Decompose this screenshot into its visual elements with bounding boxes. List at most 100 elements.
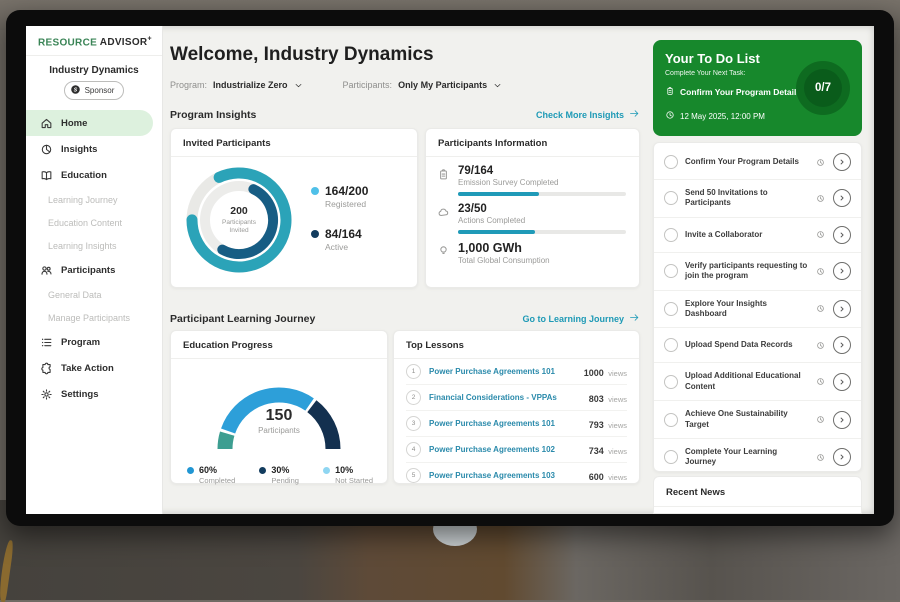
legend-dot bbox=[187, 467, 194, 474]
sidebar-item-education[interactable]: Education bbox=[26, 162, 162, 188]
education-card-title: Education Progress bbox=[171, 331, 387, 359]
task-open-button[interactable] bbox=[833, 336, 851, 354]
task-open-button[interactable] bbox=[833, 153, 851, 171]
task-checkbox[interactable] bbox=[664, 302, 678, 316]
logo-text-secondary: ADVISOR+ bbox=[100, 37, 152, 48]
sidebar-item-learning-journey[interactable]: Learning Journey bbox=[26, 188, 162, 211]
sidebar: RESOURCE ADVISOR+ Industry Dynamics Spon… bbox=[26, 26, 163, 514]
legend-dot bbox=[311, 230, 319, 238]
task-row: Send 50 Invitations to Participants bbox=[654, 180, 861, 218]
sidebar-item-education-content[interactable]: Education Content bbox=[26, 211, 162, 234]
task-open-button[interactable] bbox=[833, 411, 851, 429]
top-lessons-title: Top Lessons bbox=[394, 331, 639, 359]
task-open-button[interactable] bbox=[833, 262, 851, 280]
sidebar-item-insights[interactable]: Insights bbox=[26, 136, 162, 162]
task-checkbox[interactable] bbox=[664, 264, 678, 278]
lesson-link[interactable]: Power Purchase Agreements 101 bbox=[429, 419, 581, 428]
task-row: Upload Spend Data Records bbox=[654, 328, 861, 363]
recent-news-title: Recent News bbox=[654, 477, 861, 507]
task-open-button[interactable] bbox=[833, 373, 851, 391]
chevron-down-icon[interactable] bbox=[294, 81, 303, 90]
go-to-learning-journey-link[interactable]: Go to Learning Journey bbox=[522, 312, 640, 325]
task-open-button[interactable] bbox=[833, 189, 851, 207]
sidebar-item-take-action[interactable]: Take Action bbox=[26, 355, 162, 381]
legend-dot bbox=[259, 467, 266, 474]
arrow-right-icon bbox=[629, 108, 640, 121]
lesson-link[interactable]: Financial Considerations - VPPAs bbox=[429, 393, 581, 402]
lesson-row: 4 Power Purchase Agreements 102 734 view… bbox=[406, 437, 627, 463]
task-row: Upload Additional Educational Content bbox=[654, 363, 861, 401]
program-insights-title: Program Insights bbox=[170, 109, 256, 121]
lesson-rank-badge: 1 bbox=[406, 364, 421, 379]
gauge-center-value: 150 bbox=[194, 407, 364, 425]
task-checkbox[interactable] bbox=[664, 228, 678, 242]
invited-card-title: Invited Participants bbox=[171, 129, 417, 157]
lesson-link[interactable]: Power Purchase Agreements 101 bbox=[429, 367, 576, 376]
lesson-rank-badge: 2 bbox=[406, 390, 421, 405]
task-checkbox[interactable] bbox=[664, 375, 678, 389]
participants-filter-value[interactable]: Only My Participants bbox=[398, 80, 487, 90]
task-label: Confirm Your Program Details bbox=[685, 157, 809, 167]
task-checkbox[interactable] bbox=[664, 191, 678, 205]
task-row: Explore Your Insights Dashboard bbox=[654, 291, 861, 329]
emission-progress-bar bbox=[458, 192, 626, 196]
sidebar-item-settings[interactable]: Settings bbox=[26, 381, 162, 407]
settings-icon bbox=[40, 388, 53, 401]
task-checkbox[interactable] bbox=[664, 450, 678, 464]
task-clock-icon bbox=[816, 267, 825, 276]
check-more-insights-link[interactable]: Check More Insights bbox=[536, 108, 640, 121]
task-checkbox[interactable] bbox=[664, 155, 678, 169]
sidebar-item-learning-insights[interactable]: Learning Insights bbox=[26, 234, 162, 257]
participants-filter[interactable]: Participants: Only My Participants bbox=[343, 80, 503, 90]
monitor-bezel: RESOURCE ADVISOR+ Industry Dynamics Spon… bbox=[6, 10, 894, 526]
task-label: Complete Your Learning Journey bbox=[685, 447, 809, 468]
task-row: Invite a Collaborator bbox=[654, 218, 861, 253]
lesson-views: 734 views bbox=[589, 441, 627, 459]
lesson-row: 3 Power Purchase Agreements 101 793 view… bbox=[406, 411, 627, 437]
sidebar-item-program[interactable]: Program bbox=[26, 329, 162, 355]
invited-participants-card: Invited Participants 200 Participants In… bbox=[170, 128, 418, 288]
lesson-rank-badge: 4 bbox=[406, 442, 421, 457]
sidebar-item-participants[interactable]: Participants bbox=[26, 257, 162, 283]
task-clock-icon bbox=[816, 415, 825, 424]
task-label: Send 50 Invitations to Participants bbox=[685, 188, 809, 209]
education-icon bbox=[40, 169, 53, 182]
chevron-down-icon[interactable] bbox=[493, 81, 502, 90]
emission-survey-row: 79/164 Emission Survey Completed bbox=[436, 165, 627, 196]
task-row: Complete Your Learning Journey bbox=[654, 439, 861, 477]
consumption-row: 1,000 GWh Total Global Consumption bbox=[436, 241, 627, 265]
participants-info-title: Participants Information bbox=[426, 129, 639, 157]
task-row: Verify participants requesting to join t… bbox=[654, 253, 861, 291]
lesson-link[interactable]: Power Purchase Agreements 102 bbox=[429, 445, 581, 454]
program-filter-value[interactable]: Industrialize Zero bbox=[213, 80, 288, 90]
program-filter[interactable]: Program: Industrialize Zero bbox=[170, 80, 303, 90]
legend-active: 84/164 Active bbox=[311, 227, 368, 252]
legend-pending: 30% Pending bbox=[259, 465, 299, 485]
org-name: Industry Dynamics bbox=[26, 65, 162, 76]
filters-row: Program: Industrialize Zero Participants… bbox=[170, 80, 502, 90]
task-clock-icon bbox=[816, 158, 825, 167]
logo-text-primary: RESOURCE bbox=[38, 37, 97, 48]
task-clock-icon bbox=[816, 453, 825, 462]
actions-icon bbox=[436, 206, 450, 234]
task-open-button[interactable] bbox=[833, 226, 851, 244]
task-open-button[interactable] bbox=[833, 300, 851, 318]
task-open-button[interactable] bbox=[833, 448, 851, 466]
gauge-center-label: Participants bbox=[194, 426, 364, 435]
legend-dot bbox=[311, 187, 319, 195]
sidebar-nav: Home Insights Education Learning Journey… bbox=[26, 110, 162, 407]
sidebar-item-manage-participants[interactable]: Manage Participants bbox=[26, 306, 162, 329]
insights-icon bbox=[40, 143, 53, 156]
task-checkbox[interactable] bbox=[664, 338, 678, 352]
lesson-link[interactable]: Power Purchase Agreements 103 bbox=[429, 471, 581, 480]
todo-due-date: 12 May 2025, 12:00 PM bbox=[680, 112, 765, 121]
task-label: Invite a Collaborator bbox=[685, 230, 809, 240]
legend-not-started: 10% Not Started bbox=[323, 465, 373, 485]
program-icon bbox=[40, 336, 53, 349]
page-title: Welcome, Industry Dynamics bbox=[170, 44, 434, 66]
sidebar-item-home[interactable]: Home bbox=[26, 110, 153, 136]
task-checkbox[interactable] bbox=[664, 413, 678, 427]
participants-information-card: Participants Information 79/164 Emission… bbox=[425, 128, 640, 288]
lesson-rank-badge: 3 bbox=[406, 416, 421, 431]
sidebar-item-general-data[interactable]: General Data bbox=[26, 283, 162, 306]
